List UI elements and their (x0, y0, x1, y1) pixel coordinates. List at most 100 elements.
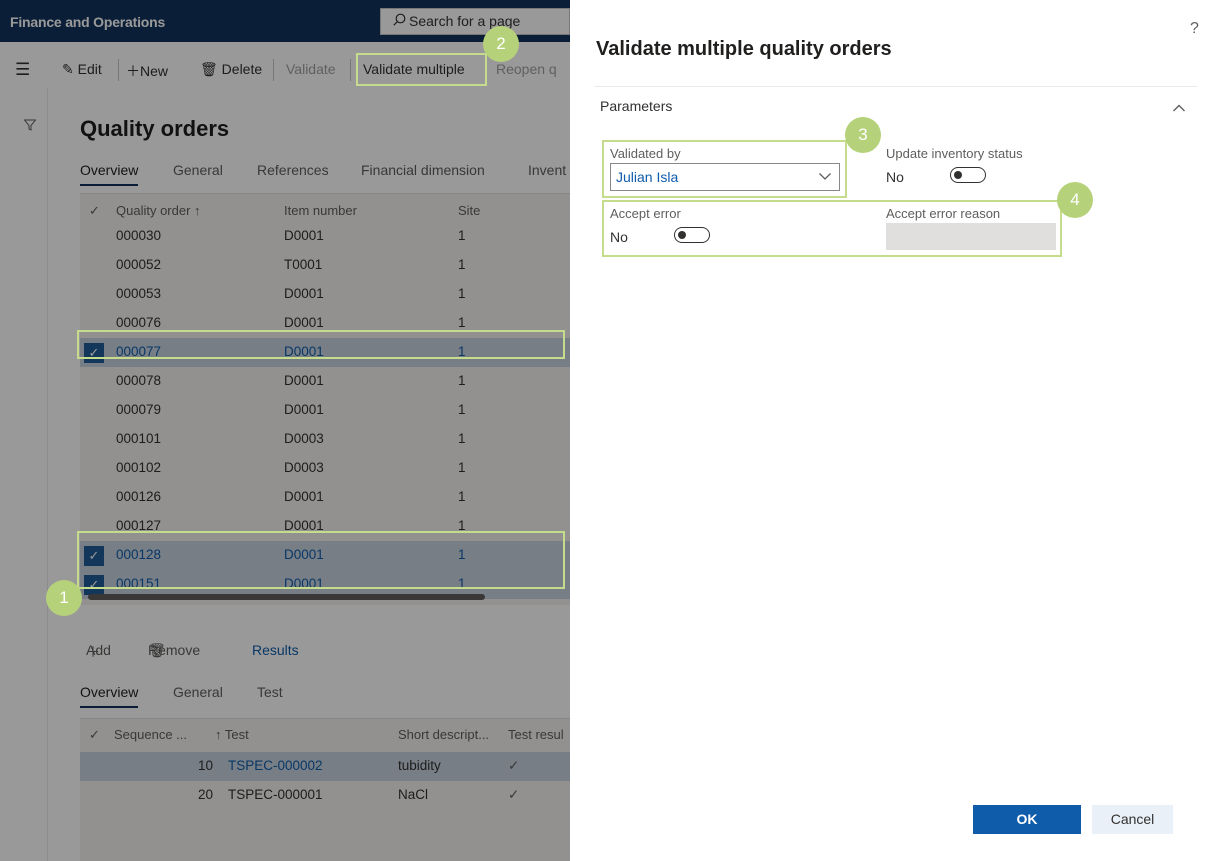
site-cell: 1 (458, 373, 466, 388)
site-cell: 1 (458, 344, 466, 359)
test-cell[interactable]: TSPEC-000002 (228, 758, 323, 773)
column-short-description[interactable]: Short descript... (398, 727, 489, 742)
validate-button[interactable]: Validate (286, 61, 336, 77)
search-icon (393, 13, 406, 29)
quality-order-cell: 000078 (116, 373, 162, 388)
nav-rail (0, 88, 48, 861)
hamburger-menu-icon[interactable]: ☰ (15, 60, 30, 80)
item-number-cell: D0003 (284, 431, 324, 446)
item-number-cell: D0001 (284, 402, 324, 417)
item-number-cell: D0001 (284, 344, 324, 359)
table-row[interactable]: 000101 D0003 1 (80, 425, 570, 454)
header-tabs: Overview General References Financial di… (80, 162, 570, 186)
edit-button[interactable]: ✎ Edit (62, 61, 102, 78)
horizontal-scrollbar[interactable] (88, 594, 485, 600)
cancel-button[interactable]: Cancel (1092, 805, 1173, 834)
tab-overview[interactable]: Overview (80, 162, 139, 186)
table-row[interactable]: 000078 D0001 1 (80, 367, 570, 396)
table-row[interactable]: ✓ 000077 D0001 1 (80, 338, 570, 367)
search-input[interactable]: Search for a page (380, 8, 570, 35)
row-checkbox-checked-icon[interactable]: ✓ (84, 343, 104, 363)
tab-references[interactable]: References (257, 162, 329, 178)
accept-error-reason-label: Accept error reason (886, 206, 1001, 221)
delete-button[interactable]: 🗑 Delete (200, 61, 262, 78)
page-title: Quality orders (80, 116, 230, 141)
item-number-cell: D0001 (284, 489, 324, 504)
column-sequence[interactable]: Sequence ... (114, 727, 187, 742)
table-row[interactable]: 000053 D0001 1 (80, 280, 570, 309)
item-number-cell: D0001 (284, 576, 324, 591)
callout-2: 2 (483, 26, 519, 62)
filter-icon[interactable] (23, 118, 37, 136)
accept-error-toggle[interactable] (674, 227, 710, 243)
site-cell: 1 (458, 228, 466, 243)
select-all-check-icon[interactable]: ✓ (89, 203, 100, 219)
new-button[interactable]: ＋New (126, 61, 168, 81)
row-checkbox-checked-icon[interactable]: ✓ (84, 546, 104, 566)
accept-error-reason-input[interactable] (886, 223, 1056, 250)
quality-order-cell: 000101 (116, 431, 162, 446)
result-check-icon: ✓ (508, 787, 520, 802)
lines-tab-overview[interactable]: Overview (80, 684, 139, 708)
column-test[interactable]: ↑ Test (215, 727, 249, 742)
table-row[interactable]: 000052 T0001 1 (80, 251, 570, 280)
select-all-check-icon[interactable]: ✓ (89, 727, 100, 743)
site-cell: 1 (458, 460, 466, 475)
tab-financial-dimension[interactable]: Financial dimension (361, 162, 485, 178)
callout-1: 1 (46, 580, 82, 616)
quality-order-cell: 000102 (116, 460, 162, 475)
table-row[interactable]: 000076 D0001 1 (80, 309, 570, 338)
table-row[interactable]: 000102 D0003 1 (80, 454, 570, 483)
tab-general[interactable]: General (173, 162, 223, 178)
update-inventory-toggle[interactable] (950, 167, 986, 183)
lines-tab-general[interactable]: General (173, 684, 223, 700)
site-cell: 1 (458, 257, 466, 272)
tab-inventory[interactable]: Invent (528, 162, 566, 178)
item-number-cell: D0001 (284, 315, 324, 330)
add-label: Add (86, 642, 111, 658)
grid-header: ✓ Quality order ↑ Item number Site (80, 194, 570, 222)
row-checkbox-checked-icon[interactable]: ✓ (84, 575, 104, 595)
ok-button[interactable]: OK (973, 805, 1081, 834)
item-number-cell: D0003 (284, 460, 324, 475)
delete-label: Delete (221, 61, 263, 77)
dialog-title: Validate multiple quality orders (596, 38, 892, 60)
column-item-number[interactable]: Item number (284, 203, 357, 218)
quality-order-cell: 000053 (116, 286, 162, 301)
validated-by-value: Julian Isla (616, 169, 679, 185)
test-lines-grid: ✓ Sequence ... ↑ Test Short descript... … (80, 718, 570, 861)
results-button[interactable]: Results (252, 642, 299, 658)
column-test-result[interactable]: Test resul (508, 727, 564, 742)
site-cell: 1 (458, 489, 466, 504)
table-row[interactable]: 000079 D0001 1 (80, 396, 570, 425)
update-inventory-label: Update inventory status (886, 146, 1023, 161)
quality-order-cell: 000126 (116, 489, 162, 504)
validate-multiple-button[interactable]: Validate multiple (363, 61, 465, 77)
reopen-button[interactable]: Reopen q (496, 61, 557, 77)
parameters-section-header[interactable]: Parameters (600, 98, 672, 114)
chevron-down-icon (818, 168, 832, 184)
item-number-cell: D0001 (284, 518, 324, 533)
result-check-icon: ✓ (508, 758, 520, 773)
lines-tab-test[interactable]: Test (257, 684, 283, 700)
item-number-cell: T0001 (284, 257, 323, 272)
table-row[interactable]: 10 TSPEC-000002 tubidity ✓ (80, 752, 570, 781)
table-row[interactable]: ✓ 000128 D0001 1 (80, 541, 570, 570)
validated-by-select[interactable]: Julian Isla (610, 163, 840, 191)
column-site[interactable]: Site (458, 203, 480, 218)
table-row[interactable]: 20 TSPEC-000001 NaCl ✓ (80, 781, 570, 810)
quality-orders-grid: ✓ Quality order ↑ Item number Site 00003… (80, 193, 570, 605)
quality-order-cell: 000151 (116, 576, 162, 591)
table-row[interactable]: 000030 D0001 1 (80, 222, 570, 251)
help-icon[interactable]: ? (1190, 20, 1199, 38)
divider (594, 86, 1197, 87)
sequence-cell: 10 (198, 758, 214, 773)
quality-order-cell: 000079 (116, 402, 162, 417)
chevron-up-icon[interactable] (1172, 100, 1186, 118)
description-cell: NaCl (398, 787, 429, 802)
table-row[interactable]: 000127 D0001 1 (80, 512, 570, 541)
table-row[interactable]: 000126 D0001 1 (80, 483, 570, 512)
test-cell[interactable]: TSPEC-000001 (228, 787, 323, 802)
column-quality-order[interactable]: Quality order ↑ (116, 203, 201, 218)
site-cell: 1 (458, 576, 466, 591)
